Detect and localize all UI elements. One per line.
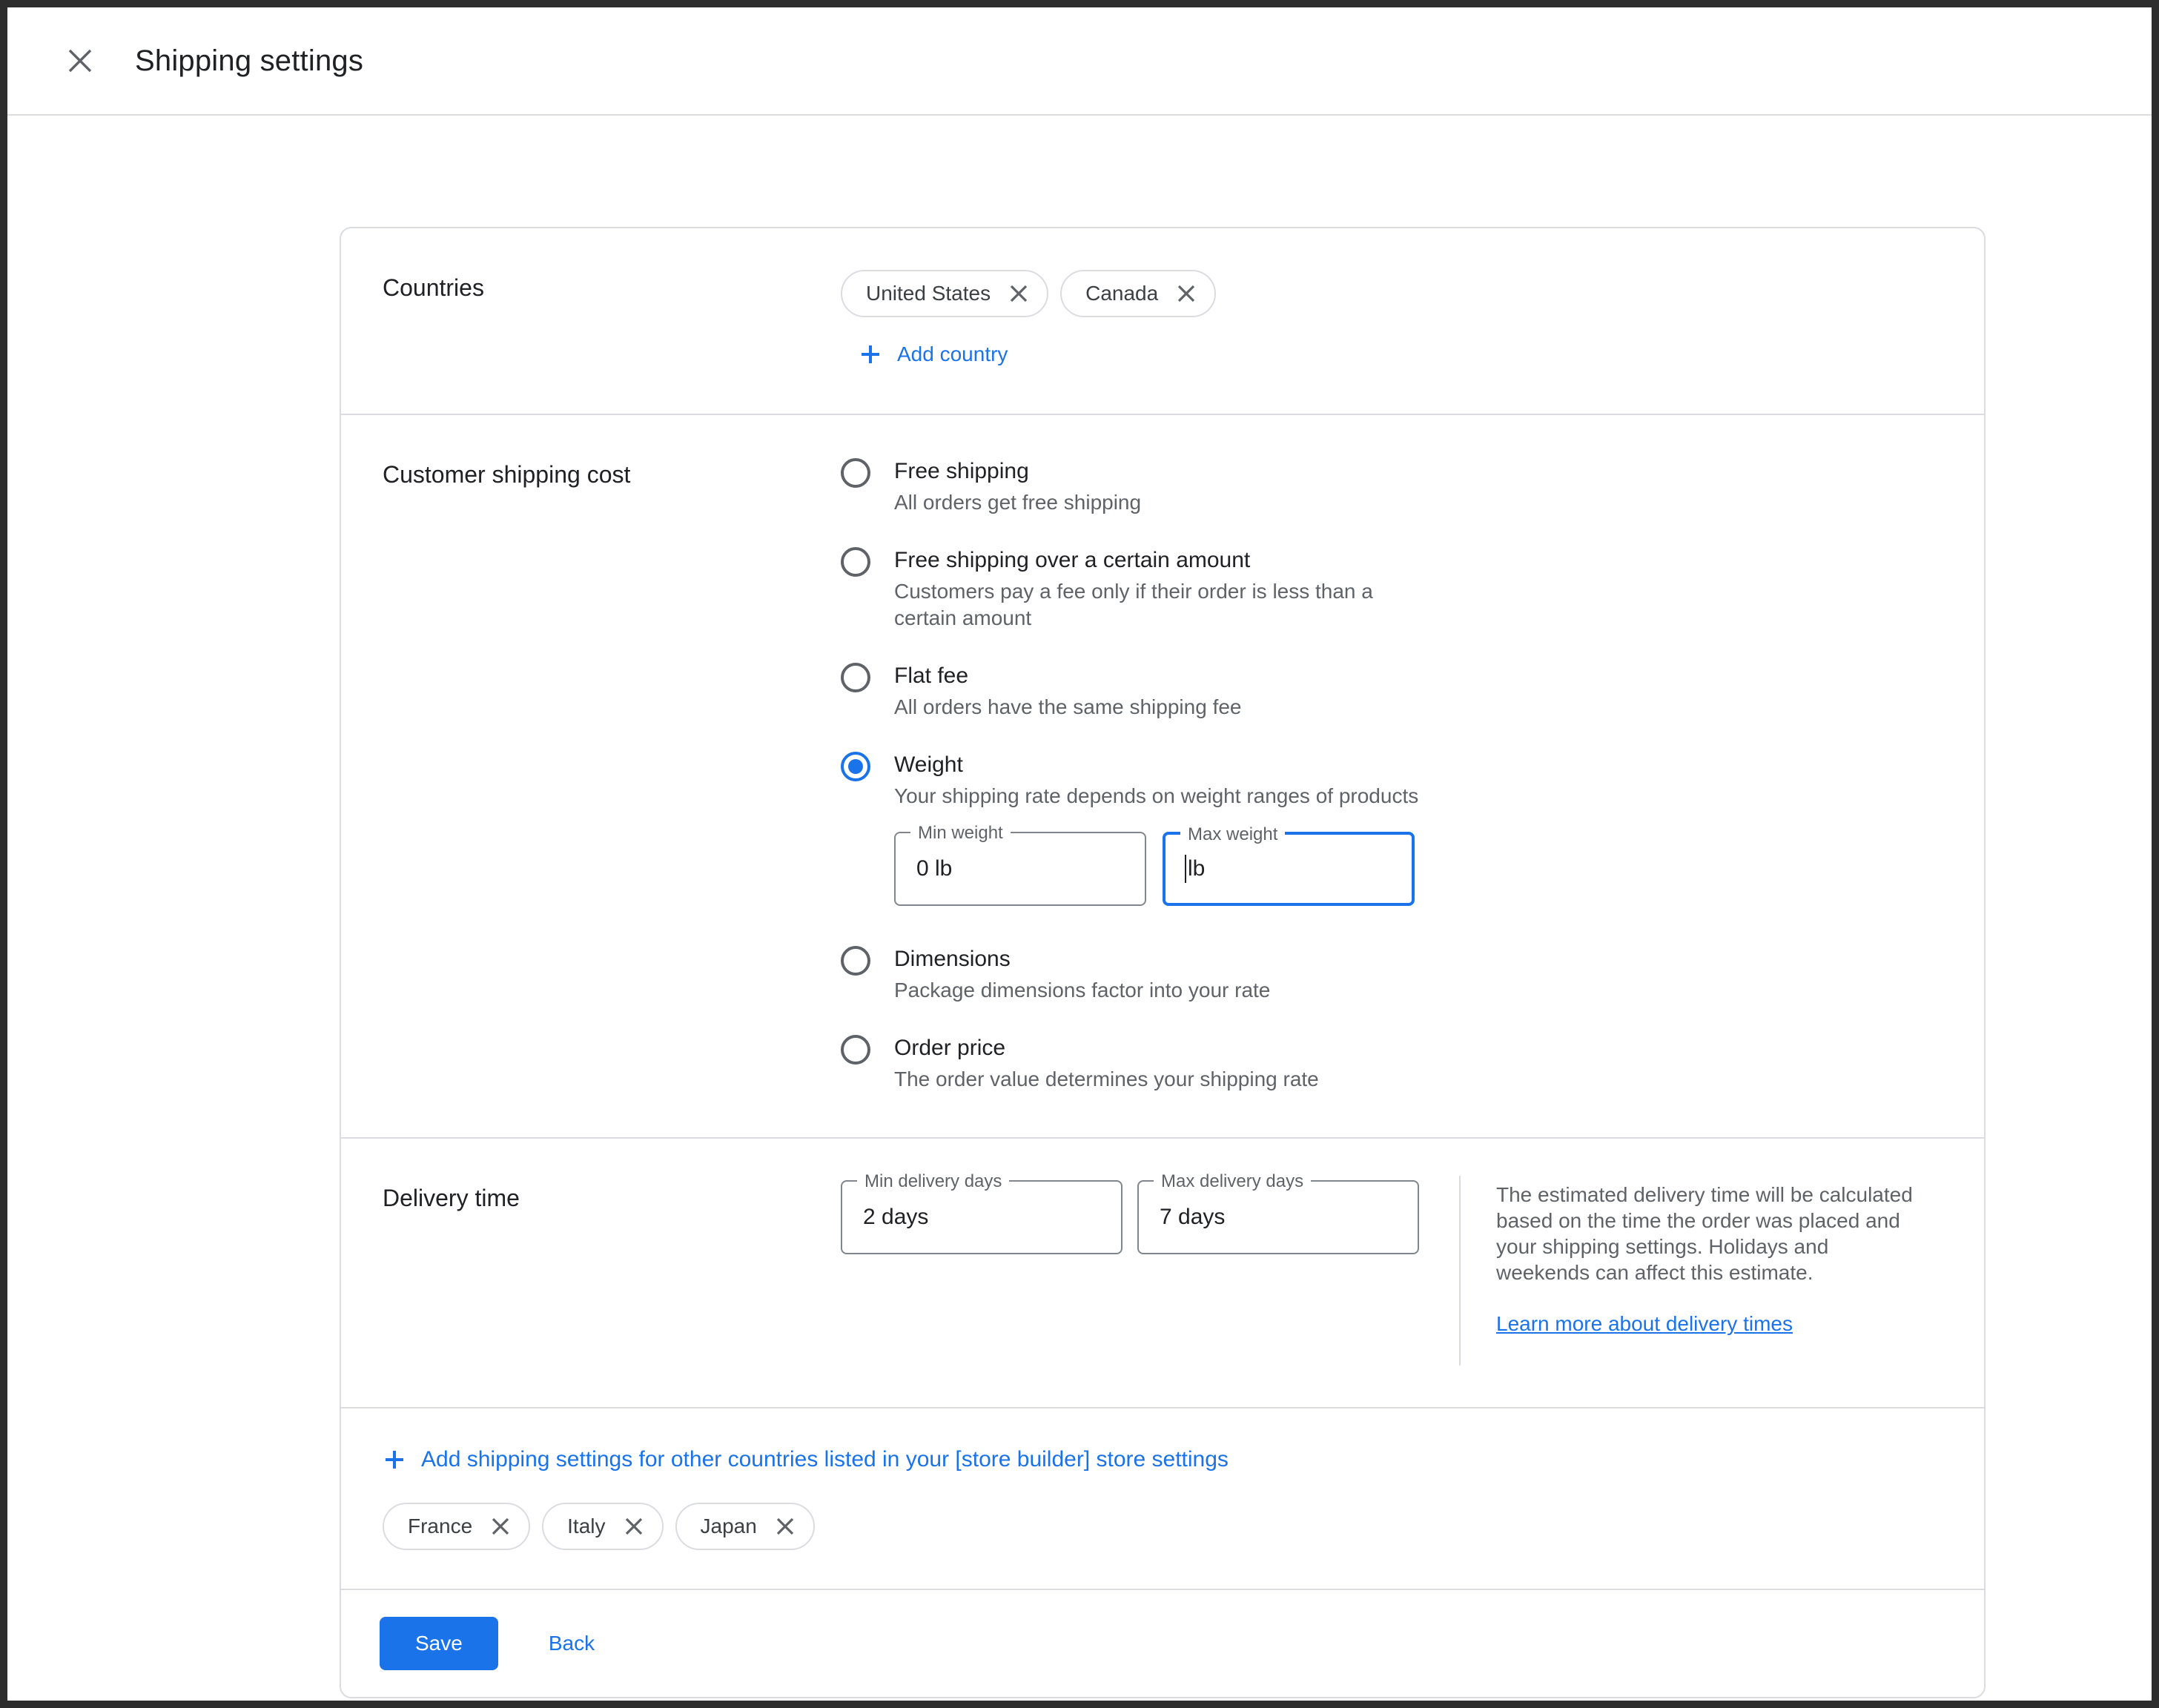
radio-option-desc: All orders get free shipping: [894, 489, 1141, 516]
radio-option-title: Weight: [894, 750, 1418, 780]
max-delivery-days-label: Max delivery days: [1154, 1170, 1311, 1194]
country-chip-label: France: [408, 1515, 472, 1538]
radio-option-desc: The order value determines your shipping…: [894, 1066, 1319, 1093]
remove-country-icon[interactable]: [1176, 283, 1197, 304]
country-chip-label: Italy: [567, 1515, 605, 1538]
min-delivery-days-field[interactable]: Min delivery days 2 days: [841, 1180, 1123, 1254]
radio-option-desc: Customers pay a fee only if their order …: [894, 578, 1386, 632]
delivery-time-section: Delivery time Min delivery days 2 days M…: [341, 1139, 1984, 1409]
radio-icon[interactable]: [841, 663, 870, 692]
country-chip-label: United States: [866, 282, 991, 305]
settings-card: Countries United States Canada: [340, 227, 1986, 1698]
text-cursor: [1185, 855, 1186, 883]
radio-icon[interactable]: [841, 547, 870, 577]
radio-icon[interactable]: [841, 946, 870, 976]
weight-fields-row: Min weight 0 lb Max weight lb: [894, 832, 1418, 906]
max-weight-field-value: lb: [1188, 856, 1205, 881]
back-button[interactable]: Back: [549, 1632, 595, 1655]
radio-option-title: Free shipping over a certain amount: [894, 546, 1386, 575]
countries-section: Countries United States Canada: [341, 228, 1984, 415]
radio-option-desc: Package dimensions factor into your rate: [894, 977, 1270, 1004]
add-shipping-settings-button[interactable]: Add shipping settings for other countrie…: [383, 1447, 1229, 1472]
country-chip-label: Japan: [701, 1515, 757, 1538]
country-chip-italy[interactable]: Italy: [542, 1503, 663, 1550]
remove-country-icon[interactable]: [775, 1516, 796, 1537]
radio-icon[interactable]: [841, 1035, 870, 1065]
radio-option-desc: Your shipping rate depends on weight ran…: [894, 783, 1418, 810]
shipping-cost-section: Customer shipping cost Free shipping All…: [341, 415, 1984, 1139]
radio-option-title: Free shipping: [894, 457, 1141, 486]
radio-option-free-shipping[interactable]: Free shipping All orders get free shippi…: [841, 457, 1943, 516]
radio-option-title: Flat fee: [894, 661, 1242, 691]
plus-icon: [859, 342, 882, 366]
other-countries-chip-row: France Italy Japan: [383, 1503, 1943, 1550]
min-weight-field-label: Min weight: [910, 821, 1011, 845]
country-chip-japan[interactable]: Japan: [675, 1503, 815, 1550]
country-chip-france[interactable]: France: [383, 1503, 530, 1550]
min-weight-field-value: 0 lb: [916, 856, 952, 881]
add-country-button[interactable]: Add country: [841, 342, 1008, 366]
max-weight-field[interactable]: Max weight lb: [1163, 832, 1415, 906]
country-chip-united-states[interactable]: United States: [841, 270, 1048, 317]
radio-option-title: Order price: [894, 1033, 1319, 1063]
max-delivery-days-value: 7 days: [1160, 1205, 1225, 1230]
radio-icon[interactable]: [841, 458, 870, 488]
vertical-divider: [1459, 1176, 1461, 1366]
radio-option-dimensions[interactable]: Dimensions Package dimensions factor int…: [841, 944, 1943, 1004]
add-shipping-settings-label: Add shipping settings for other countrie…: [421, 1447, 1229, 1472]
plus-icon: [383, 1448, 406, 1472]
other-countries-section: Add shipping settings for other countrie…: [341, 1409, 1984, 1590]
remove-country-icon[interactable]: [1008, 283, 1029, 304]
countries-chip-row: United States Canada: [841, 270, 1943, 317]
shipping-settings-dialog: Shipping settings Countries United State…: [0, 0, 2159, 1708]
min-weight-field[interactable]: Min weight 0 lb: [894, 832, 1146, 906]
add-country-label: Add country: [897, 342, 1008, 366]
shipping-cost-section-label: Customer shipping cost: [383, 457, 841, 1096]
max-delivery-days-field[interactable]: Max delivery days 7 days: [1137, 1180, 1419, 1254]
remove-country-icon[interactable]: [490, 1516, 511, 1537]
min-delivery-days-label: Min delivery days: [857, 1170, 1009, 1194]
radio-option-flat-fee[interactable]: Flat fee All orders have the same shippi…: [841, 661, 1943, 721]
radio-option-desc: All orders have the same shipping fee: [894, 694, 1242, 721]
country-chip-label: Canada: [1085, 282, 1158, 305]
country-chip-canada[interactable]: Canada: [1060, 270, 1216, 317]
radio-icon-selected[interactable]: [841, 752, 870, 781]
radio-option-weight[interactable]: Weight Your shipping rate depends on wei…: [841, 750, 1943, 915]
close-icon[interactable]: [61, 42, 99, 80]
delivery-times-link[interactable]: Learn more about delivery times: [1496, 1311, 1793, 1337]
delivery-helper-text: The estimated delivery time will be calc…: [1496, 1183, 1913, 1284]
radio-option-order-price[interactable]: Order price The order value determines y…: [841, 1033, 1943, 1093]
min-delivery-days-value: 2 days: [863, 1205, 928, 1230]
radio-option-free-over-amount[interactable]: Free shipping over a certain amount Cust…: [841, 546, 1943, 632]
page-title: Shipping settings: [135, 44, 363, 78]
remove-country-icon[interactable]: [624, 1516, 644, 1537]
delivery-time-section-label: Delivery time: [383, 1180, 841, 1366]
max-weight-field-label: Max weight: [1180, 823, 1285, 847]
header: Shipping settings: [7, 7, 2152, 116]
radio-option-title: Dimensions: [894, 944, 1270, 974]
footer-actions: Save Back: [341, 1590, 1984, 1697]
save-button[interactable]: Save: [380, 1617, 498, 1670]
countries-section-label: Countries: [383, 270, 841, 372]
delivery-fields-row: Min delivery days 2 days Max delivery da…: [841, 1180, 1419, 1366]
